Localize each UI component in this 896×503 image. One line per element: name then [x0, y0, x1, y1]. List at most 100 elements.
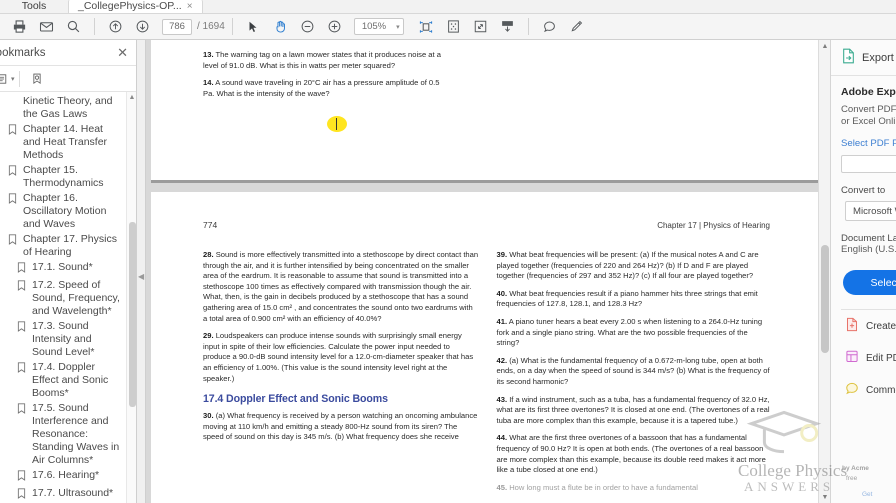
- document-scroll-thumb[interactable]: [821, 245, 829, 353]
- export-pdf-panel: Export PDF Adobe Export PDF Convert PDF …: [830, 40, 896, 503]
- bookmark-item[interactable]: Chapter 14. Heat and Heat Transfer Metho…: [0, 122, 136, 163]
- problem-29: 29. Loudspeakers can produce intense sou…: [203, 331, 479, 384]
- page-chapter-label: Chapter 17 | Physics of Hearing: [657, 221, 770, 230]
- pdf-page-773: 13. The warning tag on a lawn mower stat…: [151, 40, 818, 183]
- new-bookmark-icon[interactable]: [24, 68, 50, 90]
- tab-tools-label: Tools: [21, 0, 47, 12]
- panel-splitter[interactable]: ◀: [137, 40, 146, 503]
- fit-width-icon[interactable]: [413, 15, 440, 39]
- bookmark-item[interactable]: 17.3. Sound Intensity and Sound Level*: [0, 319, 136, 360]
- bookmark-icon: [17, 470, 28, 485]
- bookmarks-list[interactable]: Kinetic Theory, and the Gas Laws Chapter…: [0, 92, 136, 503]
- next-page-icon[interactable]: [129, 15, 156, 39]
- problem-text: Loudspeakers can produce intense sounds …: [203, 331, 474, 383]
- problem-text: (a) What frequency is received by a pers…: [203, 411, 478, 442]
- page-navigation: 786 / 1694: [162, 18, 225, 35]
- problem-44: 44. What are the first three overtones o…: [497, 433, 773, 475]
- zoom-in-icon[interactable]: [321, 15, 348, 39]
- close-panel-icon[interactable]: ✕: [117, 46, 128, 59]
- bookmark-item[interactable]: 17.4. Doppler Effect and Sonic Booms*: [0, 360, 136, 401]
- close-tab-icon[interactable]: ×: [187, 1, 193, 12]
- problem-text: A sound wave traveling in 20°C air has a…: [203, 78, 440, 98]
- bookmark-icon: [17, 321, 28, 336]
- zoom-level-value: 105%: [361, 21, 387, 32]
- problem-number: 40.: [496, 288, 508, 298]
- problem-14: 14. A sound wave traveling in 20°C air h…: [203, 78, 452, 99]
- select-pdf-file-button[interactable]: Select PDF File: [843, 270, 896, 295]
- page-number-input[interactable]: 786: [162, 18, 192, 35]
- splitter-collapse-icon[interactable]: ◀: [138, 272, 144, 281]
- hand-icon[interactable]: [267, 15, 294, 39]
- bookmark-item[interactable]: 17.2. Speed of Sound, Frequency, and Wav…: [0, 278, 136, 319]
- selected-file-input[interactable]: [841, 155, 896, 173]
- create-pdf-icon: [845, 317, 859, 335]
- tool-comment[interactable]: Comment: [841, 374, 896, 406]
- left-column: 28. Sound is more effectively transmitte…: [203, 250, 479, 500]
- bookmark-label: Chapter 17. Physics of Hearing: [23, 233, 117, 258]
- problem-number: 29.: [203, 331, 214, 341]
- bookmark-item[interactable]: Kinetic Theory, and the Gas Laws: [0, 94, 136, 122]
- document-scrollbar[interactable]: ▲ ▼: [818, 40, 830, 503]
- email-icon[interactable]: [33, 15, 60, 39]
- problem-28: 28. Sound is more effectively transmitte…: [203, 250, 479, 324]
- scroll-mode-icon[interactable]: [494, 15, 521, 39]
- convert-to-select[interactable]: Microsoft Word (*.docx): [845, 201, 896, 221]
- select-pdf-file-link[interactable]: Select PDF File: [841, 138, 896, 149]
- bookmarks-panel-title: Bookmarks: [0, 46, 46, 59]
- bookmark-item[interactable]: 17.5. Sound Interference and Resonance: …: [0, 401, 136, 468]
- convert-to-value: Microsoft Word (*.docx): [853, 205, 896, 217]
- previous-page-icon[interactable]: [102, 15, 129, 39]
- search-icon[interactable]: [60, 15, 87, 39]
- bookmark-item[interactable]: Chapter 15. Thermodynamics: [0, 163, 136, 191]
- tool-comment-label: Comment: [866, 384, 896, 396]
- problem-13: 13. The warning tag on a lawn mower stat…: [203, 50, 452, 71]
- problem-number: 42.: [496, 355, 508, 365]
- cursor-icon[interactable]: [240, 15, 267, 39]
- zoom-out-icon[interactable]: [294, 15, 321, 39]
- right-column: 39. What beat frequencies will be presen…: [497, 250, 773, 500]
- tool-edit-pdf[interactable]: Edit PDF: [841, 342, 896, 374]
- bookmark-item[interactable]: 17.6. Hearing*: [0, 468, 136, 486]
- bookmark-label: 17.4. Doppler Effect and Sonic Booms*: [32, 361, 109, 399]
- bookmark-item[interactable]: 17.1. Sound*: [0, 260, 136, 278]
- problem-number: 13.: [203, 50, 214, 59]
- problem-number: 43.: [496, 394, 508, 404]
- bookmark-item[interactable]: 17.7. Ultrasound*: [0, 486, 136, 503]
- main-toolbar: 786 / 1694 105% ▾: [0, 14, 896, 40]
- tab-document[interactable]: _CollegePhysics-OP... ×: [68, 0, 203, 13]
- problem-text: If a wind instrument, such as a tuba, ha…: [496, 394, 770, 425]
- toolbar-divider-2: [231, 18, 233, 35]
- bookmarks-scrollbar[interactable]: ▲ ▼: [126, 92, 136, 503]
- comment-icon[interactable]: [536, 15, 563, 39]
- bookmark-item[interactable]: Chapter 16. Oscillatory Motion and Waves: [0, 191, 136, 232]
- document-viewport[interactable]: 13. The warning tag on a lawn mower stat…: [146, 40, 830, 503]
- scroll-up-arrow-icon[interactable]: ▲: [127, 92, 137, 103]
- export-pdf-tab-label: Export PDF: [862, 51, 896, 64]
- document-language-value[interactable]: English (U.S.) Change: [841, 244, 896, 256]
- page-thumbnails-icon[interactable]: [440, 15, 467, 39]
- tab-tools[interactable]: Tools: [0, 0, 68, 13]
- bookmark-label: Kinetic Theory, and the Gas Laws: [23, 95, 113, 120]
- problem-number: 14.: [203, 78, 214, 88]
- tab-strip: Tools _CollegePhysics-OP... ×: [0, 0, 896, 14]
- zoom-level-dropdown[interactable]: 105% ▾: [353, 18, 404, 35]
- comment-bubble-icon: [845, 381, 859, 399]
- scroll-down-arrow-icon[interactable]: ▼: [819, 491, 830, 503]
- export-panel-desc-1: Convert PDF Files to Word: [841, 104, 896, 115]
- bookmarks-scroll-thumb[interactable]: [129, 222, 136, 407]
- problem-43: 43. If a wind instrument, such as a tuba…: [497, 395, 773, 427]
- toolbar-divider: [94, 18, 95, 35]
- toolbar-divider-3: [527, 18, 529, 35]
- options-caret-icon[interactable]: ▾: [11, 75, 15, 83]
- section-heading-17-4: 17.4 Doppler Effect and Sonic Booms: [203, 393, 388, 406]
- bookmark-label: 17.1. Sound*: [32, 261, 93, 273]
- page-number-label: 774: [203, 220, 218, 230]
- bookmark-item[interactable]: Chapter 17. Physics of Hearing: [0, 232, 136, 260]
- fullscreen-icon[interactable]: [467, 15, 494, 39]
- scroll-up-arrow-icon[interactable]: ▲: [819, 40, 830, 52]
- highlight-pen-icon[interactable]: [563, 15, 590, 39]
- edit-pdf-icon: [845, 349, 859, 367]
- print-icon[interactable]: [6, 15, 33, 39]
- tool-create-pdf[interactable]: Create PDF: [841, 310, 896, 342]
- export-pdf-tab[interactable]: Export PDF: [831, 40, 896, 76]
